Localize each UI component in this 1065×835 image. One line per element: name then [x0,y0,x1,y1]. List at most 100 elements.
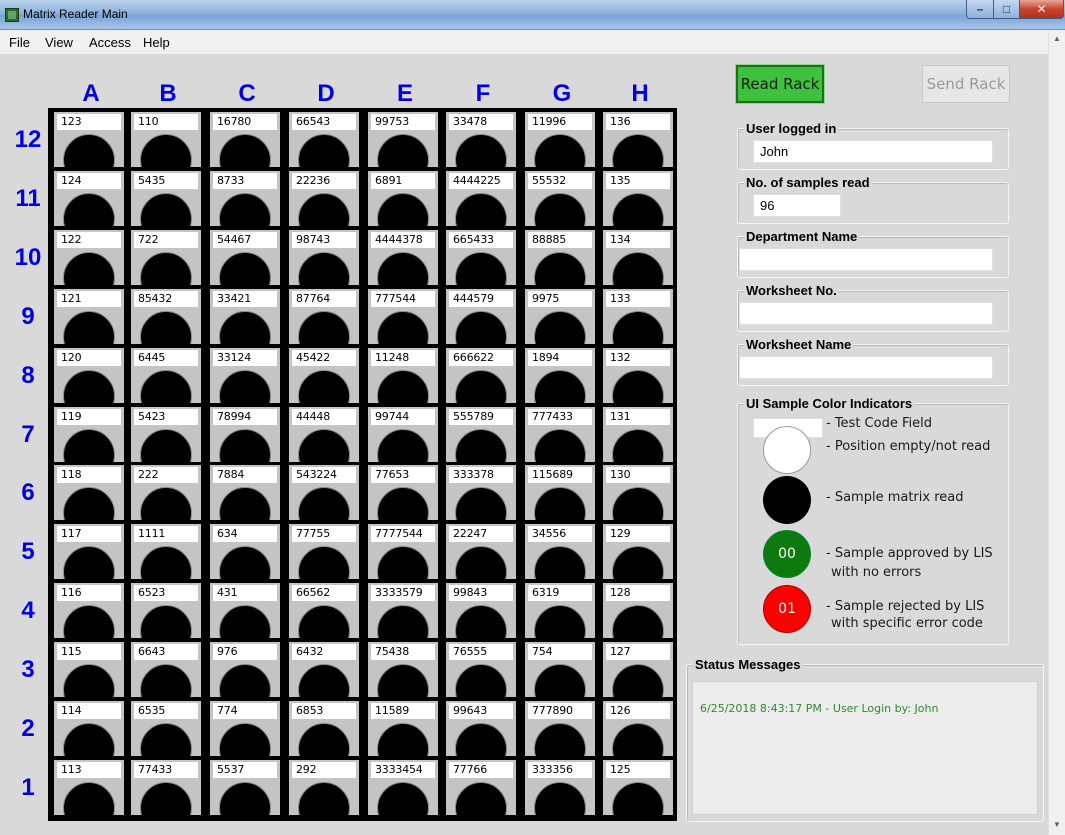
vertical-scrollbar[interactable]: ▲ ▼ [1048,30,1065,835]
scroll-down-icon[interactable]: ▼ [1053,820,1061,829]
menu-access[interactable]: Access [89,35,131,50]
rack-cell[interactable]: 6643 [131,642,201,698]
rack-cell[interactable]: 6445 [131,347,201,403]
rack-cell[interactable]: 136 [603,112,673,167]
rack-cell[interactable]: 87764 [289,288,359,344]
rack-cell[interactable]: 8733 [210,170,280,226]
rack-cell[interactable]: 4444378 [368,229,438,285]
rack-cell[interactable]: 777544 [368,288,438,344]
rack-cell[interactable]: 122 [54,229,124,285]
rack-cell[interactable]: 98743 [289,229,359,285]
department-name-field[interactable] [739,248,993,271]
rack-cell[interactable]: 3333579 [368,583,438,639]
rack-cell[interactable]: 22247 [446,524,516,580]
rack-cell[interactable]: 777890 [525,701,595,756]
rack-cell[interactable]: 54467 [210,229,280,285]
rack-cell[interactable]: 99753 [368,112,438,167]
rack-cell[interactable]: 123 [54,112,124,167]
rack-cell[interactable]: 7777544 [368,524,438,580]
rack-cell[interactable]: 132 [603,347,673,403]
rack-cell[interactable]: 76555 [446,642,516,698]
rack-cell[interactable]: 333356 [525,759,595,815]
rack-cell[interactable]: 99843 [446,583,516,639]
rack-cell[interactable]: 88885 [525,229,595,285]
rack-cell[interactable]: 5537 [210,759,280,815]
rack-cell[interactable]: 976 [210,642,280,698]
rack-cell[interactable]: 121 [54,288,124,344]
rack-cell[interactable]: 6853 [289,701,359,756]
rack-cell[interactable]: 222 [131,465,201,521]
rack-cell[interactable]: 124 [54,170,124,226]
rack-cell[interactable]: 34556 [525,524,595,580]
rack-cell[interactable]: 134 [603,229,673,285]
rack-cell[interactable]: 118 [54,465,124,521]
rack-cell[interactable]: 128 [603,583,673,639]
rack-cell[interactable]: 6523 [131,583,201,639]
rack-cell[interactable]: 6319 [525,583,595,639]
rack-cell[interactable]: 120 [54,347,124,403]
rack-cell[interactable]: 125 [603,759,673,815]
rack-cell[interactable]: 6891 [368,170,438,226]
rack-cell[interactable]: 135 [603,170,673,226]
rack-cell[interactable]: 131 [603,406,673,462]
rack-cell[interactable]: 7884 [210,465,280,521]
menu-help[interactable]: Help [143,35,170,50]
menu-file[interactable]: File [9,35,30,50]
rack-cell[interactable]: 754 [525,642,595,698]
rack-cell[interactable]: 722 [131,229,201,285]
rack-cell[interactable]: 55532 [525,170,595,226]
samples-read-field[interactable]: 96 [753,194,841,217]
rack-cell[interactable]: 555789 [446,406,516,462]
rack-cell[interactable]: 1894 [525,347,595,403]
rack-cell[interactable]: 292 [289,759,359,815]
rack-cell[interactable]: 77755 [289,524,359,580]
rack-cell[interactable]: 431 [210,583,280,639]
read-rack-button[interactable]: Read Rack [735,64,825,104]
rack-cell[interactable]: 115 [54,642,124,698]
rack-cell[interactable]: 45422 [289,347,359,403]
rack-cell[interactable]: 543224 [289,465,359,521]
rack-cell[interactable]: 5423 [131,406,201,462]
rack-cell[interactable]: 665433 [446,229,516,285]
status-messages-box[interactable]: 6/25/2018 8:43:17 PM - User Login by: Jo… [692,681,1038,815]
rack-cell[interactable]: 44448 [289,406,359,462]
rack-cell[interactable]: 774 [210,701,280,756]
rack-cell[interactable]: 11248 [368,347,438,403]
minimize-button[interactable]: – [966,0,994,19]
rack-cell[interactable]: 11589 [368,701,438,756]
rack-cell[interactable]: 33124 [210,347,280,403]
rack-cell[interactable]: 77433 [131,759,201,815]
user-logged-in-field[interactable]: John [753,140,993,163]
rack-cell[interactable]: 1111 [131,524,201,580]
rack-cell[interactable]: 777433 [525,406,595,462]
rack-cell[interactable]: 11996 [525,112,595,167]
rack-cell[interactable]: 6535 [131,701,201,756]
rack-cell[interactable]: 444579 [446,288,516,344]
scroll-up-icon[interactable]: ▲ [1053,34,1061,43]
rack-cell[interactable]: 33421 [210,288,280,344]
rack-cell[interactable]: 77766 [446,759,516,815]
rack-cell[interactable]: 119 [54,406,124,462]
rack-cell[interactable]: 130 [603,465,673,521]
rack-cell[interactable]: 127 [603,642,673,698]
worksheet-no-field[interactable] [739,302,993,325]
rack-cell[interactable]: 99744 [368,406,438,462]
rack-cell[interactable]: 113 [54,759,124,815]
rack-cell[interactable]: 78994 [210,406,280,462]
rack-cell[interactable]: 114 [54,701,124,756]
rack-cell[interactable]: 4444225 [446,170,516,226]
rack-cell[interactable]: 99643 [446,701,516,756]
rack-cell[interactable]: 117 [54,524,124,580]
rack-cell[interactable]: 66562 [289,583,359,639]
rack-cell[interactable]: 16780 [210,112,280,167]
rack-cell[interactable]: 75438 [368,642,438,698]
rack-cell[interactable]: 66543 [289,112,359,167]
rack-cell[interactable]: 22236 [289,170,359,226]
rack-cell[interactable]: 666622 [446,347,516,403]
rack-cell[interactable]: 126 [603,701,673,756]
rack-cell[interactable]: 77653 [368,465,438,521]
rack-cell[interactable]: 33478 [446,112,516,167]
rack-cell[interactable]: 634 [210,524,280,580]
worksheet-name-field[interactable] [739,356,993,379]
rack-cell[interactable]: 333378 [446,465,516,521]
